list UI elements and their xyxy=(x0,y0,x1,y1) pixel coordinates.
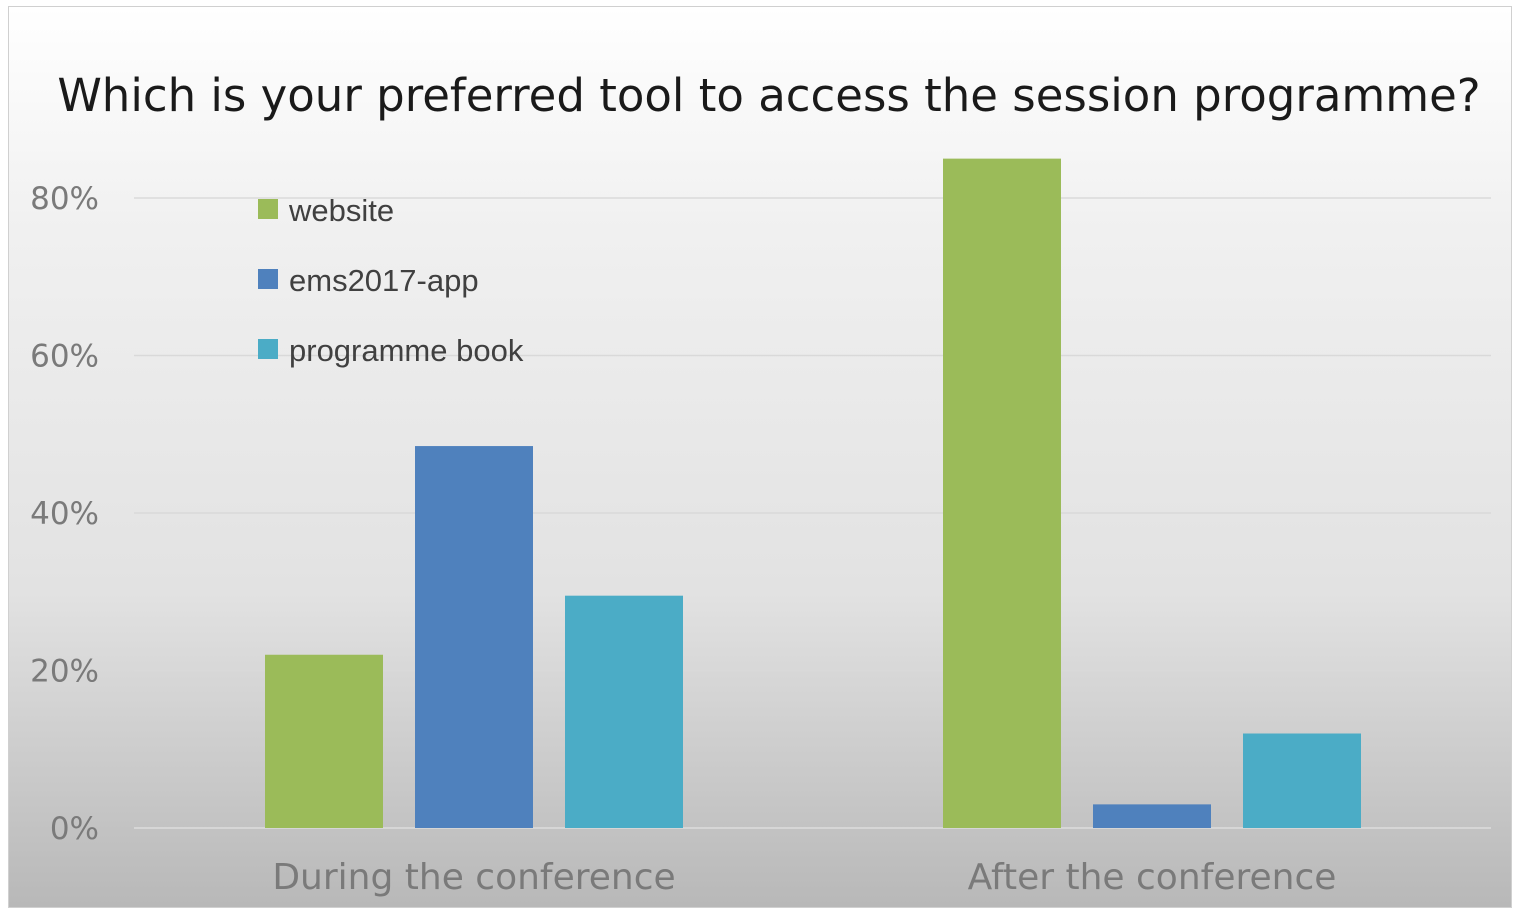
legend-swatch xyxy=(258,339,278,359)
chart-title: Which is your preferred tool to access t… xyxy=(57,69,1480,122)
legend-label: website xyxy=(288,193,394,228)
x-axis-categories: During the conference After the conferenc… xyxy=(272,857,1336,898)
bar-ems2017-app-0 xyxy=(415,446,533,828)
bars xyxy=(265,158,1361,828)
y-tick-label: 20% xyxy=(30,654,99,690)
x-category-label: During the conference xyxy=(272,857,675,898)
x-category-label: After the conference xyxy=(968,857,1337,898)
legend-swatch xyxy=(258,199,278,219)
y-tick-label: 40% xyxy=(30,496,99,532)
y-tick-label: 0% xyxy=(50,811,99,847)
y-tick-label: 60% xyxy=(30,339,99,375)
legend-label: programme book xyxy=(289,333,524,368)
y-axis-ticks: 0% 20% 40% 60% 80% xyxy=(30,181,99,847)
bar-programme-book-0 xyxy=(565,595,683,828)
bar-programme-book-1 xyxy=(1243,733,1361,828)
legend-swatch xyxy=(258,269,278,289)
bar-ems2017-app-1 xyxy=(1093,804,1211,828)
bar-website-0 xyxy=(265,654,383,828)
legend-label: ems2017-app xyxy=(289,263,479,298)
legend: website ems2017-app programme book xyxy=(258,193,524,368)
y-tick-label: 80% xyxy=(30,181,99,217)
bar-website-1 xyxy=(943,158,1061,828)
chart-frame: Which is your preferred tool to access t… xyxy=(8,6,1512,908)
bar-chart: Which is your preferred tool to access t… xyxy=(30,69,1491,898)
